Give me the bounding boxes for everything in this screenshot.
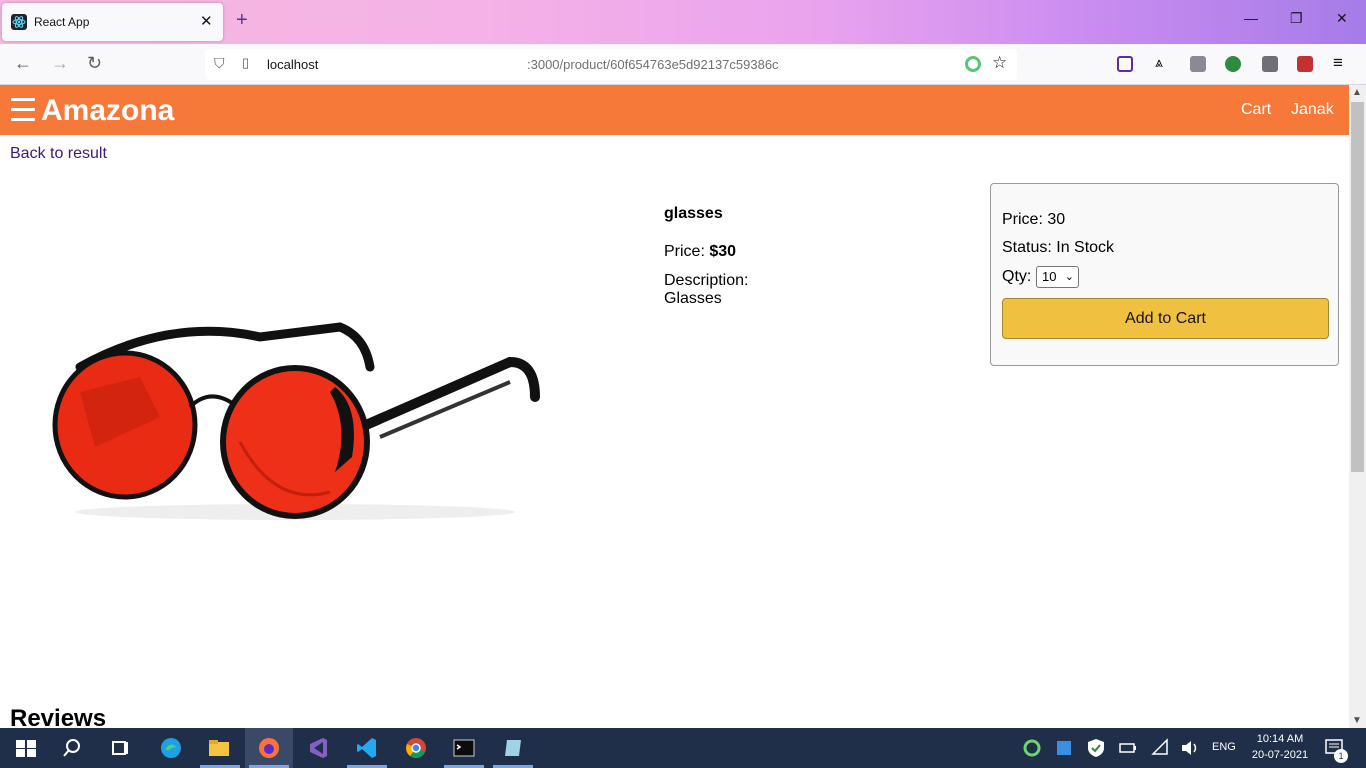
hamburger-menu-icon[interactable] [11,98,35,122]
minimize-icon[interactable]: — [1244,10,1258,26]
terminal-icon[interactable] [452,736,476,760]
qty-select[interactable]: 10 ⌄ [1036,266,1079,288]
browser-tab[interactable]: React App ✕ [2,3,223,41]
cart-link[interactable]: Cart [1241,101,1271,119]
product-name: glasses [664,205,723,222]
add-to-cart-button[interactable]: Add to Cart [1002,298,1329,339]
clock-time[interactable]: 10:14 AM [1250,733,1310,745]
close-window-icon[interactable]: ✕ [1336,10,1348,27]
notes-app-icon[interactable] [501,736,525,760]
qty-label: Qty: [1002,268,1032,285]
search-icon[interactable] [60,736,84,760]
tab-title: React App [34,15,90,29]
url-host: localhost [267,57,319,72]
extension-globe-icon[interactable] [1225,56,1241,72]
edge-browser-icon[interactable] [159,736,183,760]
chevron-down-icon: ⌄ [1064,271,1074,283]
back-to-result-link[interactable]: Back to result [10,145,107,163]
description-label: Description: [664,272,749,289]
browser-tab-bar: React App ✕ + — ❐ ✕ [0,0,1366,44]
url-path: :3000/product/60f654763e5d92137c59386c [527,57,779,72]
windows-taskbar: ENG 10:14 AM 20-07-2021 1 [0,728,1366,768]
restore-icon[interactable]: ❐ [1290,10,1303,27]
menu-icon[interactable]: ≡ [1333,53,1343,73]
new-tab-icon[interactable]: + [236,9,248,32]
browser-nav-bar: ← → ↻ ⛉ ▯ localhost :3000/product/60f654… [0,44,1366,85]
visual-studio-icon[interactable] [306,736,330,760]
back-arrow-icon[interactable]: ← [14,53,32,74]
language-indicator[interactable]: ENG [1212,741,1236,753]
user-link[interactable]: Janak [1291,101,1334,119]
price-value: $30 [709,243,737,260]
page-info-icon[interactable]: ▯ [242,55,249,71]
battery-icon[interactable] [1116,736,1140,760]
extension-red-icon[interactable] [1297,56,1313,72]
scroll-up-icon[interactable]: ▲ [1352,87,1362,98]
page-scrollbar[interactable]: ▲ ▼ [1349,85,1366,728]
shield-icon[interactable]: ⛉ [214,55,225,72]
price-label: Price: [664,243,710,260]
card-price: Price: 30 [1002,211,1066,228]
ublock-icon[interactable] [1262,56,1278,72]
notification-badge: 1 [1334,749,1348,763]
page-content: Amazona Cart Janak Back to result glasse… [0,85,1349,728]
close-tab-icon[interactable]: ✕ [200,12,213,30]
card-status: Status: In Stock [1002,239,1115,256]
clock-date[interactable]: 20-07-2021 [1250,749,1310,761]
extension-shield-icon[interactable] [1190,56,1206,72]
bookmark-star-icon[interactable]: ☆ [992,53,1007,73]
product-price: Price: $30 [664,243,736,261]
description-value: Glasses [664,290,722,307]
file-explorer-icon[interactable] [207,736,231,760]
forward-arrow-icon[interactable]: → [51,53,69,74]
reload-icon[interactable]: ↻ [87,53,102,74]
tray-app-icon[interactable] [1052,736,1076,760]
vscode-icon[interactable] [355,736,379,760]
task-view-icon[interactable] [108,736,132,760]
qty-value: 10 [1042,269,1057,284]
product-image [52,322,540,520]
reader-extension-icon[interactable] [965,56,981,72]
scroll-down-icon[interactable]: ▼ [1352,715,1362,726]
pocket-icon[interactable] [1117,56,1133,72]
react-favicon-icon [11,14,27,30]
app-header: Amazona Cart Janak [0,85,1349,135]
extension-a-icon[interactable]: ⩓ [1155,54,1163,71]
chrome-icon[interactable] [404,736,428,760]
volume-icon[interactable] [1178,736,1202,760]
firefox-icon[interactable] [257,736,281,760]
address-bar[interactable]: ⛉ ▯ localhost :3000/product/60f654763e5d… [205,49,1017,80]
reviews-heading: Reviews [10,705,107,728]
brand-logo-link[interactable]: Amazona [41,94,174,128]
tray-security-icon[interactable] [1084,736,1108,760]
purchase-card: Price: 30 Status: In Stock Qty: 10 ⌄ Add… [990,183,1339,366]
scroll-thumb[interactable] [1351,102,1364,472]
tray-record-icon[interactable] [1020,736,1044,760]
windows-start-icon[interactable] [14,736,38,760]
wifi-icon[interactable] [1149,736,1173,760]
